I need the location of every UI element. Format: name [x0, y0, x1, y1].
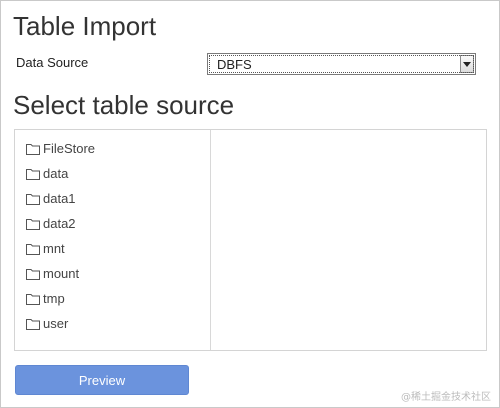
folder-icon	[26, 268, 40, 280]
data-source-selected-value: DBFS	[217, 56, 252, 72]
folder-icon	[26, 293, 40, 305]
tree-item-label: user	[43, 316, 69, 331]
tree-item-mount[interactable]: mount	[15, 261, 210, 286]
tree-item-label: mnt	[43, 241, 65, 256]
table-source-browser: FileStore data data1 data2 mnt mount tmp…	[14, 129, 487, 351]
section-title: Select table source	[13, 90, 235, 120]
tree-item-mnt[interactable]: mnt	[15, 236, 210, 261]
folder-icon	[26, 218, 40, 230]
dialog-frame: Table Import Data Source DBFS Select tab…	[0, 0, 500, 408]
tree-item-label: tmp	[43, 291, 65, 306]
folder-icon	[26, 193, 40, 205]
page-title: Table Import	[13, 11, 157, 41]
folder-icon	[26, 143, 40, 155]
chevron-down-icon[interactable]	[460, 55, 474, 73]
watermark: @稀土掘金技术社区	[401, 392, 491, 403]
tree-item-data2[interactable]: data2	[15, 211, 210, 236]
preview-button[interactable]: Preview	[15, 365, 189, 395]
tree-item-user[interactable]: user	[15, 311, 210, 336]
folder-icon	[26, 243, 40, 255]
folder-icon	[26, 318, 40, 330]
tree-item-label: data	[43, 166, 69, 181]
data-source-label: Data Source	[16, 55, 89, 70]
data-source-select[interactable]: DBFS	[207, 53, 476, 75]
tree-item-filestore[interactable]: FileStore	[15, 136, 210, 161]
detail-pane	[211, 130, 486, 350]
tree-item-label: FileStore	[43, 141, 96, 156]
tree-item-label: data1	[43, 191, 76, 206]
folder-icon	[26, 168, 40, 180]
folder-tree: FileStore data data1 data2 mnt mount tmp…	[15, 130, 211, 350]
tree-item-tmp[interactable]: tmp	[15, 286, 210, 311]
tree-item-label: data2	[43, 216, 76, 231]
tree-item-data[interactable]: data	[15, 161, 210, 186]
tree-item-data1[interactable]: data1	[15, 186, 210, 211]
tree-item-label: mount	[43, 266, 80, 281]
